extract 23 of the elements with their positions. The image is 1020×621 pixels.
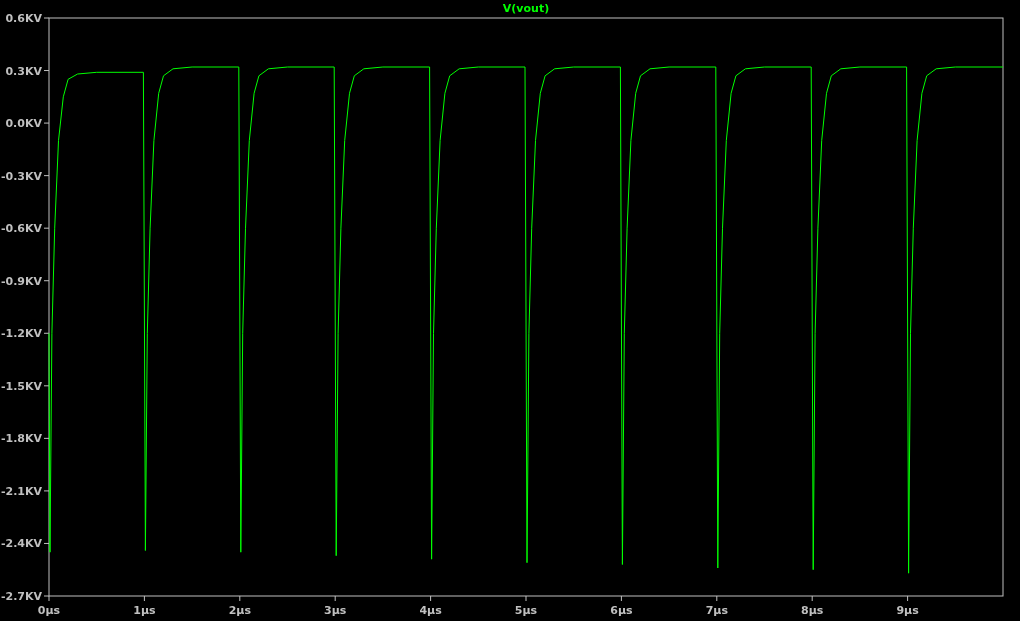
x-tick-label: 5µs (514, 604, 538, 617)
x-tick-label: 6µs (610, 604, 633, 617)
y-tick-label: -2.1KV (0, 484, 42, 498)
x-tick-label: 4µs (419, 604, 442, 617)
y-tick-label: -1.2KV (0, 327, 42, 341)
y-tick-label: 0.0KV (5, 117, 42, 131)
x-tick-label: 2µs (228, 604, 251, 617)
y-tick-label: -2.7KV (0, 590, 42, 603)
y-tick-label: 0.3KV (5, 64, 42, 78)
y-tick-label: -0.6KV (0, 222, 42, 236)
x-tick-label: 0µs (37, 604, 61, 617)
y-tick-label: 0.6KV (5, 12, 42, 25)
y-tick-label: -0.9KV (0, 274, 42, 288)
y-tick-label: -0.3KV (0, 169, 42, 183)
x-tick-label: 1µs (133, 604, 156, 617)
y-tick-label: -1.5KV (0, 379, 42, 393)
x-tick-label: 8µs (801, 604, 824, 617)
chart-title: V(vout) (502, 2, 550, 15)
y-tick-label: -1.8KV (0, 432, 42, 446)
x-tick-label: 3µs (324, 604, 347, 617)
y-tick-label: -2.4KV (0, 537, 42, 551)
x-tick-label: 7µs (705, 604, 728, 617)
x-tick-label: 9µs (896, 604, 919, 617)
